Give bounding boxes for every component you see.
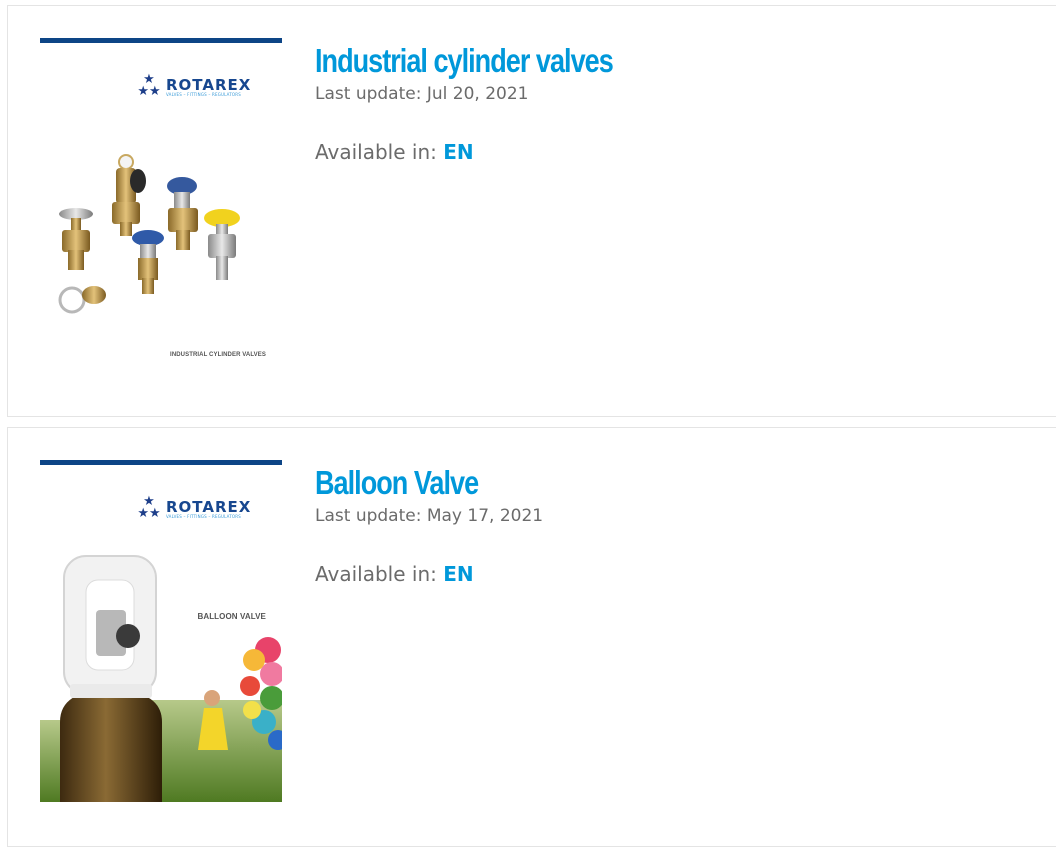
document-cover-thumbnail[interactable]: ★ ★★ ROTAREX VALVES – FITTINGS – REGULATO… xyxy=(40,460,282,802)
language-link-en[interactable]: EN xyxy=(443,140,473,164)
document-card: ★ ★★ ROTAREX VALVES – FITTINGS – REGULATO… xyxy=(7,427,1056,847)
star-icon: ★ ★★ xyxy=(137,494,161,521)
available-languages: Available in: EN xyxy=(315,562,474,586)
document-title[interactable]: Balloon Valve xyxy=(315,464,479,502)
cover-top-bar xyxy=(40,460,282,465)
last-update-text: Last update: May 17, 2021 xyxy=(315,506,544,526)
last-update-text: Last update: Jul 20, 2021 xyxy=(315,84,529,104)
document-cover-thumbnail[interactable]: ★ ★★ ROTAREX VALVES – FITTINGS – REGULATO… xyxy=(40,38,282,380)
document-title[interactable]: Industrial cylinder valves xyxy=(315,42,614,80)
valves-product-image xyxy=(58,154,240,314)
available-languages: Available in: EN xyxy=(315,140,474,164)
rotarex-logo: ★ ★★ ROTAREX VALVES – FITTINGS – REGULATO… xyxy=(134,494,266,522)
available-label: Available in: xyxy=(315,562,437,586)
document-card: ★ ★★ ROTAREX VALVES – FITTINGS – REGULATO… xyxy=(7,5,1056,417)
language-link-en[interactable]: EN xyxy=(443,562,473,586)
available-label: Available in: xyxy=(315,140,437,164)
